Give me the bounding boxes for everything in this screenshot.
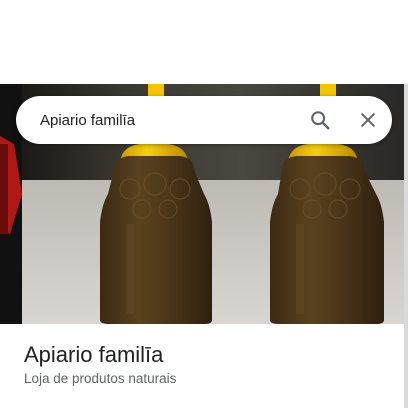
search-query-text[interactable]: Apiario familīa bbox=[40, 112, 296, 129]
map-area[interactable] bbox=[0, 0, 408, 84]
search-button[interactable] bbox=[296, 96, 344, 144]
place-sheet: Apiario familīa Apiario familīa Loja de … bbox=[0, 0, 408, 408]
close-button[interactable] bbox=[344, 96, 392, 144]
scrollbar[interactable] bbox=[404, 84, 408, 408]
search-icon bbox=[311, 111, 330, 130]
close-icon bbox=[361, 113, 375, 127]
place-info-panel[interactable]: Apiario familīa Loja de produtos naturai… bbox=[0, 324, 404, 408]
place-title: Apiario familīa bbox=[24, 342, 164, 367]
search-bar[interactable]: Apiario familīa bbox=[16, 96, 392, 144]
place-category: Loja de produtos naturais bbox=[24, 371, 177, 386]
